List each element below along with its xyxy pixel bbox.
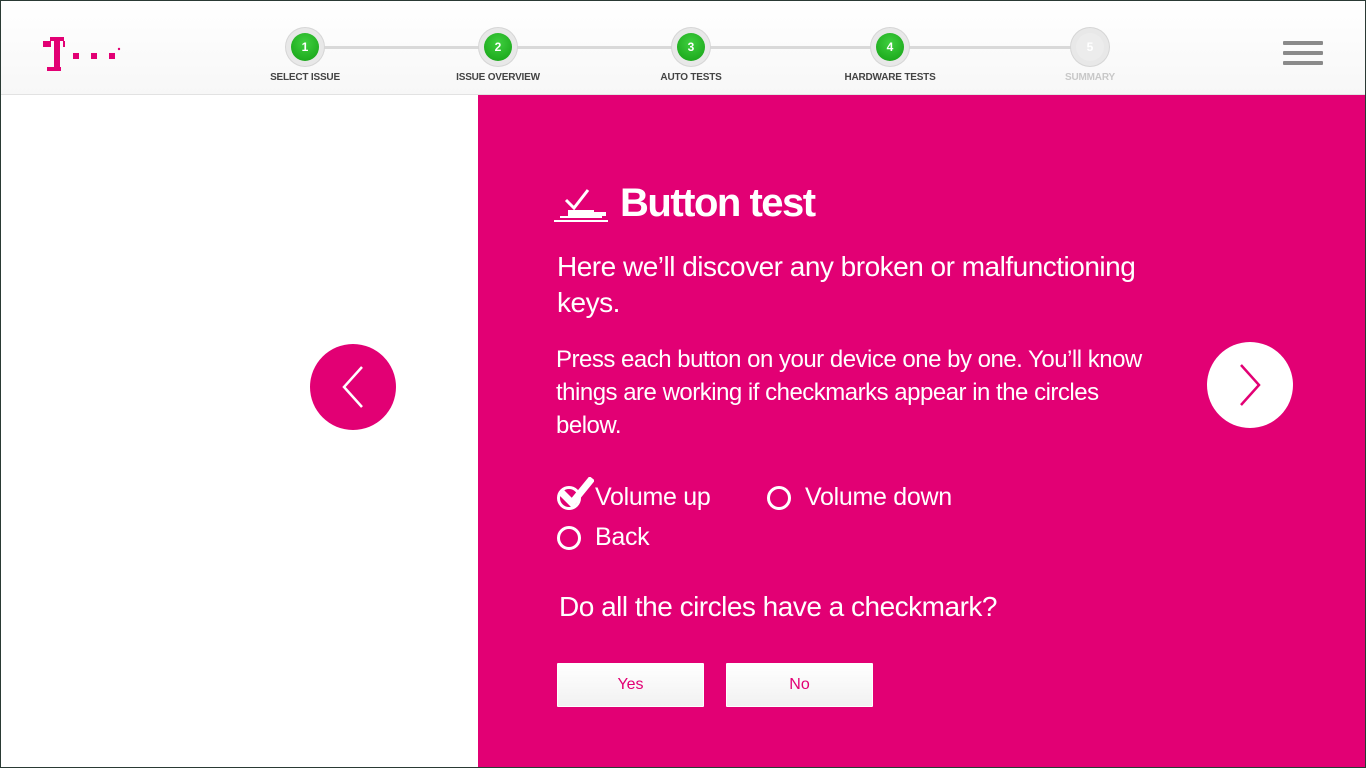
progress-stepper: 1 SELECT ISSUE 2 ISSUE OVERVIEW 3 AUTO T… (1, 1, 1365, 95)
test-instructions: Press each button on your device one by … (556, 346, 1142, 439)
next-button[interactable] (1207, 342, 1293, 428)
step-label: HARDWARE TESTS (844, 72, 936, 83)
yes-button[interactable]: Yes (557, 663, 704, 707)
step-summary[interactable]: 5 SUMMARY (1020, 28, 1160, 83)
step-circle: 1 (286, 28, 324, 66)
test-subtitle: Here we’ll discover any broken or malfun… (557, 251, 1136, 318)
button-press-icon (554, 188, 608, 222)
step-hardware-tests[interactable]: 4 HARDWARE TESTS (820, 28, 960, 83)
chevron-right-icon (1240, 364, 1261, 406)
chevron-left-icon (342, 366, 363, 408)
option-volume-up: Volume up (557, 476, 711, 512)
radio-checked-icon (557, 476, 594, 510)
menu-bar (1283, 61, 1323, 65)
step-label: AUTO TESTS (660, 72, 722, 83)
previous-button[interactable] (310, 344, 396, 430)
test-panel: Button test Here we’ll discover any brok… (478, 95, 1365, 767)
step-label: SUMMARY (1065, 72, 1115, 83)
confirmation-question: Do all the circles have a checkmark? (559, 591, 997, 622)
menu-bar (1283, 51, 1323, 55)
option-volume-down: Volume down (767, 483, 952, 512)
option-label: Volume up (595, 483, 711, 511)
radio-empty-icon (767, 485, 791, 510)
menu-bar (1283, 41, 1323, 45)
step-circle: 2 (479, 28, 517, 66)
step-select-issue[interactable]: 1 SELECT ISSUE (235, 28, 375, 83)
step-circle: 4 (871, 28, 909, 66)
step-circle: 5 (1071, 28, 1109, 66)
checkmark-icon (559, 476, 594, 508)
step-label: ISSUE OVERVIEW (456, 72, 540, 83)
option-back: Back (557, 523, 650, 552)
step-circle: 3 (672, 28, 710, 66)
step-issue-overview[interactable]: 2 ISSUE OVERVIEW (428, 28, 568, 83)
step-auto-tests[interactable]: 3 AUTO TESTS (621, 28, 761, 83)
option-label: Back (595, 523, 650, 551)
title-row: Button test (554, 181, 816, 226)
no-button[interactable]: No (726, 663, 873, 707)
option-label: Volume down (805, 483, 952, 511)
top-header: 1 SELECT ISSUE 2 ISSUE OVERVIEW 3 AUTO T… (1, 1, 1365, 95)
radio-empty-icon (557, 525, 581, 550)
hamburger-menu-icon[interactable] (1283, 41, 1323, 69)
page-title: Button test (620, 181, 816, 225)
step-label: SELECT ISSUE (270, 72, 340, 83)
